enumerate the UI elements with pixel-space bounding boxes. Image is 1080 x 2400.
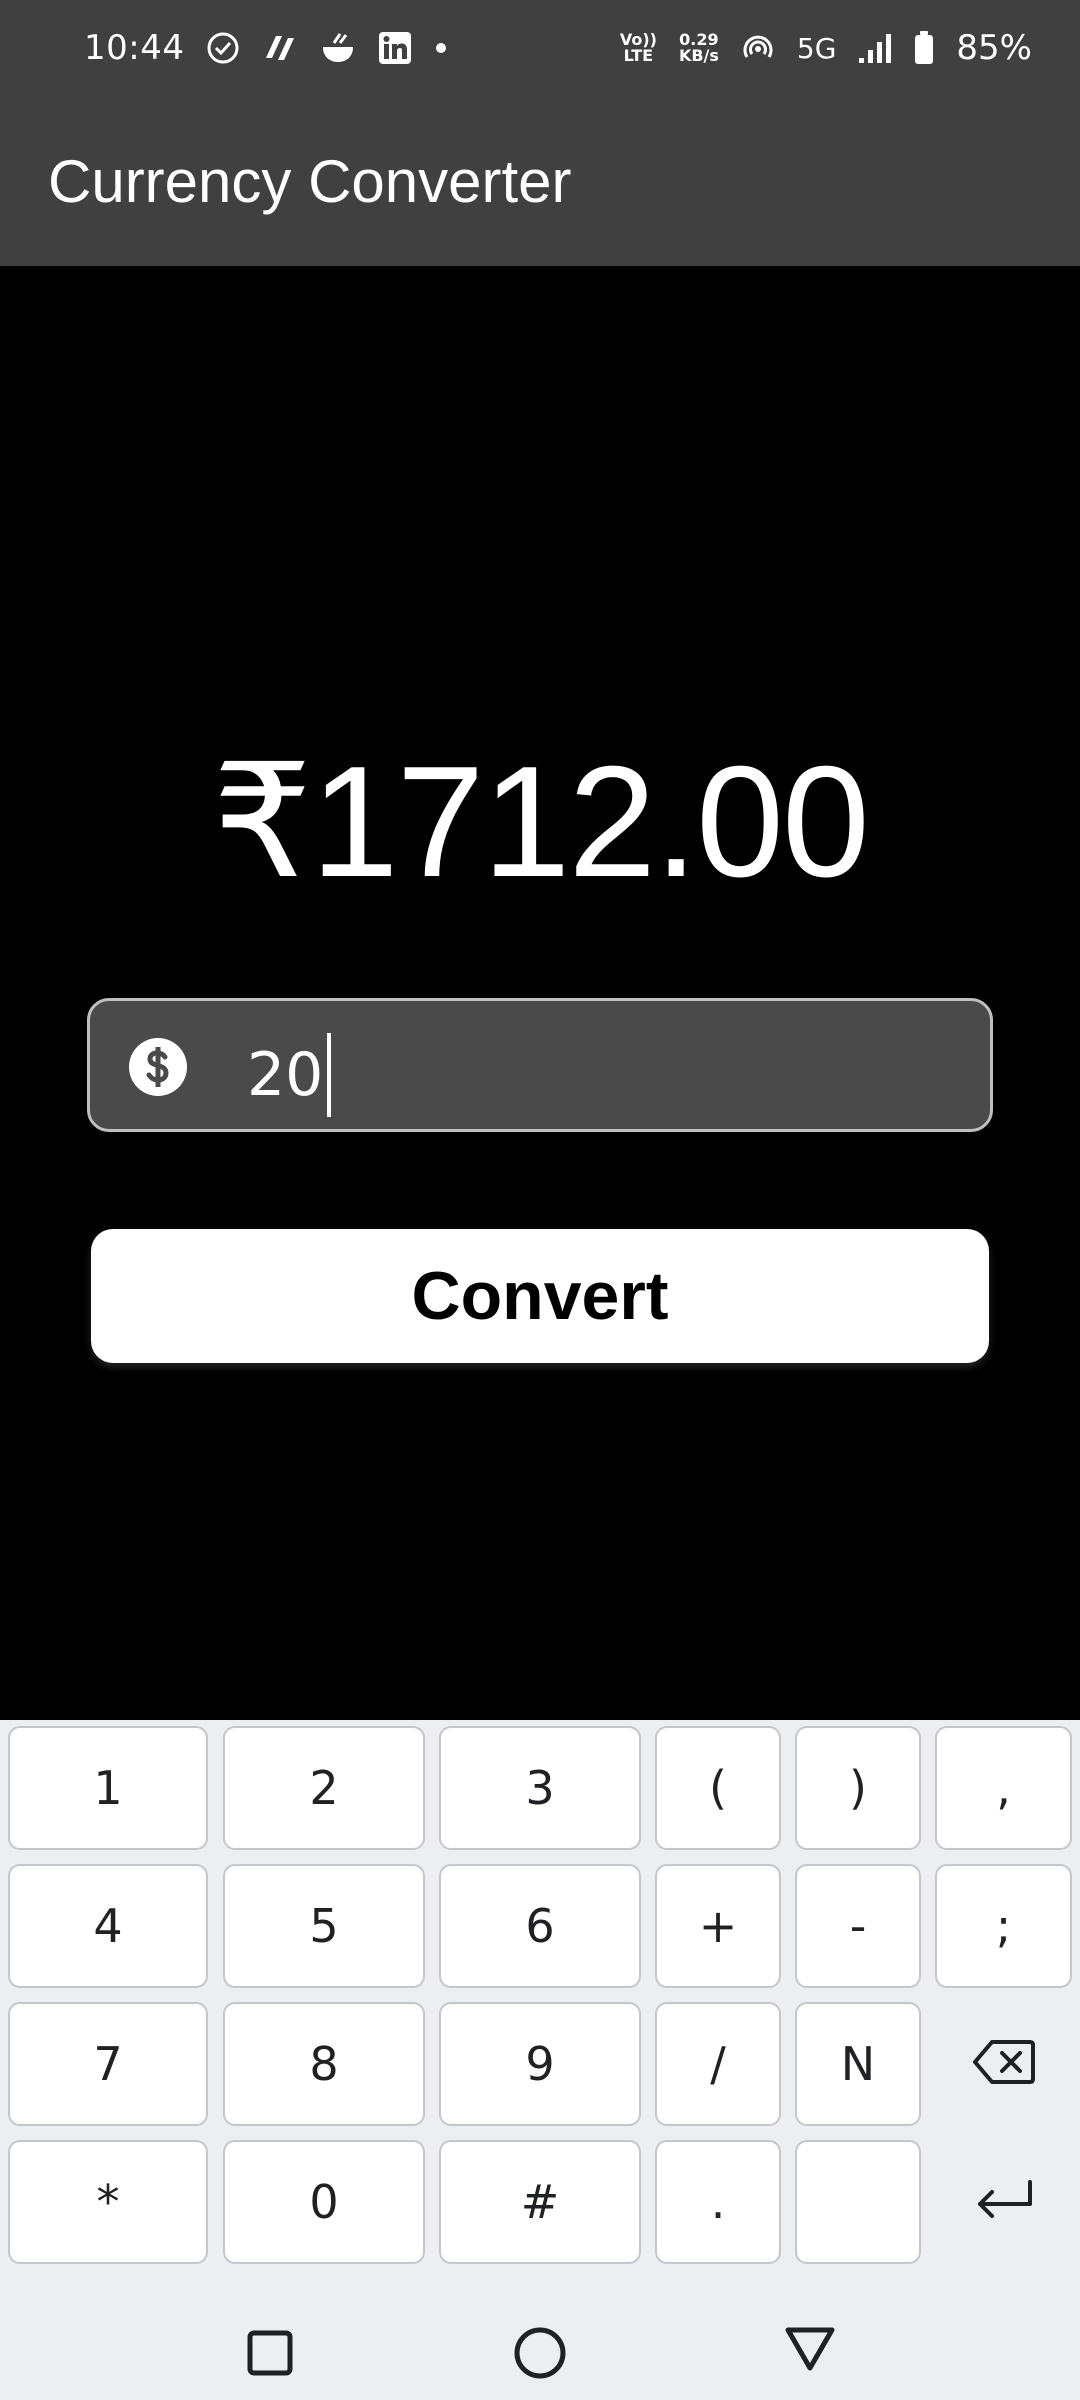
backspace-key[interactable] — [935, 2002, 1072, 2126]
enter-icon — [972, 2176, 1036, 2229]
navigation-bar — [0, 2302, 1080, 2400]
converted-amount: ₹1712.00 — [212, 734, 870, 910]
status-bar-right: Vo)) LTE 0.29 KB/s 5G 85% — [620, 28, 1032, 68]
recents-icon — [246, 2329, 294, 2382]
linkedin-icon — [378, 31, 412, 65]
key-slash[interactable]: / — [655, 2002, 781, 2126]
back-icon — [784, 2325, 836, 2378]
amount-value[interactable]: 20 — [247, 1033, 332, 1117]
food-bowl-icon — [320, 31, 356, 65]
backspace-icon — [972, 2038, 1036, 2091]
app-title: Currency Converter — [48, 147, 572, 215]
key-asterisk[interactable]: * — [8, 2140, 208, 2264]
key-8[interactable]: 8 — [223, 2002, 425, 2126]
key-plus[interactable]: + — [655, 1864, 781, 1988]
volte-indicator: Vo)) LTE — [620, 32, 657, 64]
key-4[interactable]: 4 — [8, 1864, 208, 1988]
key-n[interactable]: N — [795, 2002, 921, 2126]
battery-icon — [914, 31, 934, 65]
app-bar: Currency Converter — [0, 96, 1080, 266]
key-5[interactable]: 5 — [223, 1864, 425, 1988]
network-speed-unit: KB/s — [678, 46, 719, 65]
key-close-paren[interactable]: ) — [795, 1726, 921, 1850]
key-space[interactable] — [795, 2140, 921, 2264]
back-button[interactable] — [770, 2316, 850, 2386]
key-open-paren[interactable]: ( — [655, 1726, 781, 1850]
key-minus[interactable]: - — [795, 1864, 921, 1988]
home-button[interactable] — [500, 2320, 580, 2390]
amount-text: 20 — [247, 1040, 324, 1110]
convert-button[interactable]: Convert — [91, 1229, 989, 1363]
network-speed: 0.29 KB/s — [679, 32, 719, 64]
key-2[interactable]: 2 — [223, 1726, 425, 1850]
key-6[interactable]: 6 — [439, 1864, 641, 1988]
dot-icon — [434, 41, 448, 55]
key-semicolon[interactable]: ; — [935, 1864, 1072, 1988]
status-bar: 10:44 Vo)) LTE 0.29 KB/s 5G 85% — [0, 0, 1080, 96]
signal-icon — [858, 32, 892, 64]
key-7[interactable]: 7 — [8, 2002, 208, 2126]
key-hash[interactable]: # — [439, 2140, 641, 2264]
dollar-icon — [128, 1037, 188, 1097]
status-bar-left: 10:44 — [84, 28, 448, 68]
app-icon — [262, 32, 298, 64]
key-comma[interactable]: , — [935, 1726, 1072, 1850]
battery-percent: 85% — [956, 28, 1032, 68]
home-icon — [513, 2326, 567, 2385]
key-0[interactable]: 0 — [223, 2140, 425, 2264]
key-9[interactable]: 9 — [439, 2002, 641, 2126]
numeric-keyboard: 1 2 3 ( ) , 4 5 6 + - ; 7 8 9 / N * 0 # … — [0, 1720, 1080, 2302]
status-time: 10:44 — [84, 28, 185, 68]
check-circle-icon — [206, 31, 240, 65]
recents-button[interactable] — [230, 2320, 310, 2390]
text-cursor — [327, 1033, 332, 1117]
amount-input[interactable]: 20 — [87, 998, 993, 1132]
hotspot-icon — [741, 33, 775, 63]
key-1[interactable]: 1 — [8, 1726, 208, 1850]
volte-bottom: LTE — [623, 46, 654, 65]
key-period[interactable]: . — [655, 2140, 781, 2264]
key-3[interactable]: 3 — [439, 1726, 641, 1850]
enter-key[interactable] — [935, 2140, 1072, 2264]
network-type: 5G — [796, 31, 837, 65]
